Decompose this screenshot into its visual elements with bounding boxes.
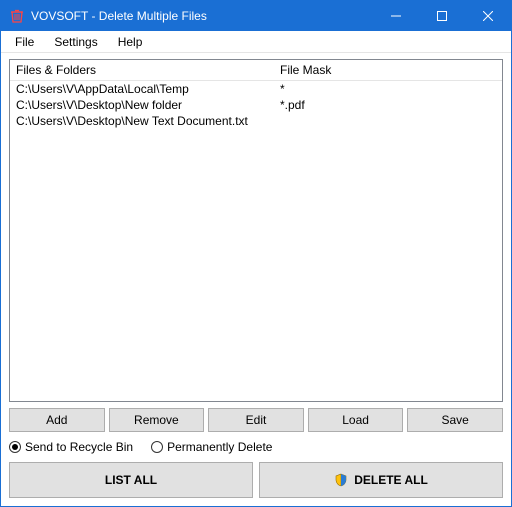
- file-list[interactable]: Files & Folders File Mask C:\Users\V\App…: [9, 59, 503, 402]
- table-row[interactable]: C:\Users\V\Desktop\New Text Document.txt: [10, 113, 502, 129]
- app-window: VOVSOFT - Delete Multiple Files File Set…: [0, 0, 512, 507]
- menubar: File Settings Help: [1, 31, 511, 53]
- cell-path: C:\Users\V\Desktop\New Text Document.txt: [10, 113, 274, 129]
- radio-icon: [151, 441, 163, 453]
- radio-recycle[interactable]: Send to Recycle Bin: [9, 440, 133, 454]
- window-title: VOVSOFT - Delete Multiple Files: [31, 9, 207, 23]
- toolbar: Add Remove Edit Load Save: [9, 408, 503, 432]
- menu-help[interactable]: Help: [108, 33, 153, 51]
- table-row[interactable]: C:\Users\V\AppData\Local\Temp *: [10, 81, 502, 97]
- list-body: C:\Users\V\AppData\Local\Temp * C:\Users…: [10, 81, 502, 401]
- table-row[interactable]: C:\Users\V\Desktop\New folder *.pdf: [10, 97, 502, 113]
- remove-button[interactable]: Remove: [109, 408, 205, 432]
- radio-permanent-label: Permanently Delete: [167, 440, 272, 454]
- list-all-label: LIST ALL: [105, 473, 157, 487]
- add-button[interactable]: Add: [9, 408, 105, 432]
- cell-mask: *: [274, 81, 502, 97]
- radio-recycle-label: Send to Recycle Bin: [25, 440, 133, 454]
- list-header: Files & Folders File Mask: [10, 60, 502, 81]
- cell-mask: [274, 113, 502, 129]
- save-button[interactable]: Save: [407, 408, 503, 432]
- delete-mode-group: Send to Recycle Bin Permanently Delete: [9, 438, 503, 456]
- maximize-button[interactable]: [419, 1, 465, 31]
- close-button[interactable]: [465, 1, 511, 31]
- content-area: Files & Folders File Mask C:\Users\V\App…: [1, 53, 511, 506]
- column-mask[interactable]: File Mask: [274, 60, 502, 80]
- shield-icon: [334, 473, 348, 487]
- minimize-button[interactable]: [373, 1, 419, 31]
- cell-path: C:\Users\V\Desktop\New folder: [10, 97, 274, 113]
- load-button[interactable]: Load: [308, 408, 404, 432]
- column-files[interactable]: Files & Folders: [10, 60, 274, 80]
- menu-file[interactable]: File: [5, 33, 44, 51]
- delete-all-label: DELETE ALL: [354, 473, 428, 487]
- radio-icon: [9, 441, 21, 453]
- menu-settings[interactable]: Settings: [44, 33, 107, 51]
- titlebar: VOVSOFT - Delete Multiple Files: [1, 1, 511, 31]
- list-all-button[interactable]: LIST ALL: [9, 462, 253, 498]
- edit-button[interactable]: Edit: [208, 408, 304, 432]
- action-row: LIST ALL DELETE ALL: [9, 462, 503, 498]
- radio-permanent[interactable]: Permanently Delete: [151, 440, 272, 454]
- cell-mask: *.pdf: [274, 97, 502, 113]
- delete-all-button[interactable]: DELETE ALL: [259, 462, 503, 498]
- trash-icon: [9, 8, 25, 24]
- cell-path: C:\Users\V\AppData\Local\Temp: [10, 81, 274, 97]
